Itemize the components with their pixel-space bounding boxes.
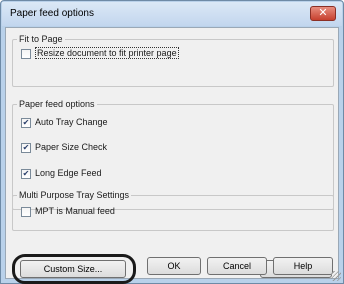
auto-tray-change-option[interactable]: ✔ Auto Tray Change [21, 117, 221, 129]
ok-button[interactable]: OK [147, 257, 201, 275]
mpt-group: Multi Purpose Tray Settings MPT is Manua… [12, 190, 334, 231]
resize-document-label: Resize document to fit printer page [35, 47, 179, 59]
mpt-group-label: Multi Purpose Tray Settings [17, 190, 132, 200]
dialog-title: Paper feed options [10, 8, 94, 19]
dialog-window: Paper feed options ✕ Fit to Page Resize … [0, 0, 344, 284]
custom-size-button[interactable]: Custom Size... [20, 260, 126, 278]
close-button[interactable]: ✕ [310, 6, 336, 21]
resize-document-checkbox[interactable] [21, 49, 31, 59]
paper-feed-group-label: Paper feed options [17, 99, 97, 109]
paper-size-check-checkbox[interactable]: ✔ [21, 143, 31, 153]
paper-size-check-option[interactable]: ✔ Paper Size Check [21, 142, 221, 154]
title-bar[interactable]: Paper feed options ✕ [2, 2, 342, 26]
fit-to-page-group-label: Fit to Page [17, 34, 65, 44]
resize-document-option[interactable]: Resize document to fit printer page [21, 47, 321, 60]
close-icon: ✕ [318, 7, 328, 19]
dialog-content: Fit to Page Resize document to fit print… [5, 27, 339, 284]
fit-to-page-group: Fit to Page Resize document to fit print… [12, 34, 334, 87]
help-button[interactable]: Help [273, 257, 333, 275]
mpt-manual-feed-option[interactable]: MPT is Manual feed [21, 206, 221, 218]
long-edge-feed-label: Long Edge Feed [35, 168, 102, 178]
mpt-manual-feed-label: MPT is Manual feed [35, 206, 115, 216]
mpt-manual-feed-checkbox[interactable] [21, 207, 31, 217]
long-edge-feed-checkbox[interactable]: ✔ [21, 169, 31, 179]
paper-size-check-label: Paper Size Check [35, 142, 108, 152]
auto-tray-change-label: Auto Tray Change [35, 117, 108, 127]
long-edge-feed-option[interactable]: ✔ Long Edge Feed [21, 168, 221, 180]
auto-tray-change-checkbox[interactable]: ✔ [21, 118, 31, 128]
cancel-button[interactable]: Cancel [207, 257, 267, 275]
resize-grip-icon[interactable] [331, 271, 341, 281]
